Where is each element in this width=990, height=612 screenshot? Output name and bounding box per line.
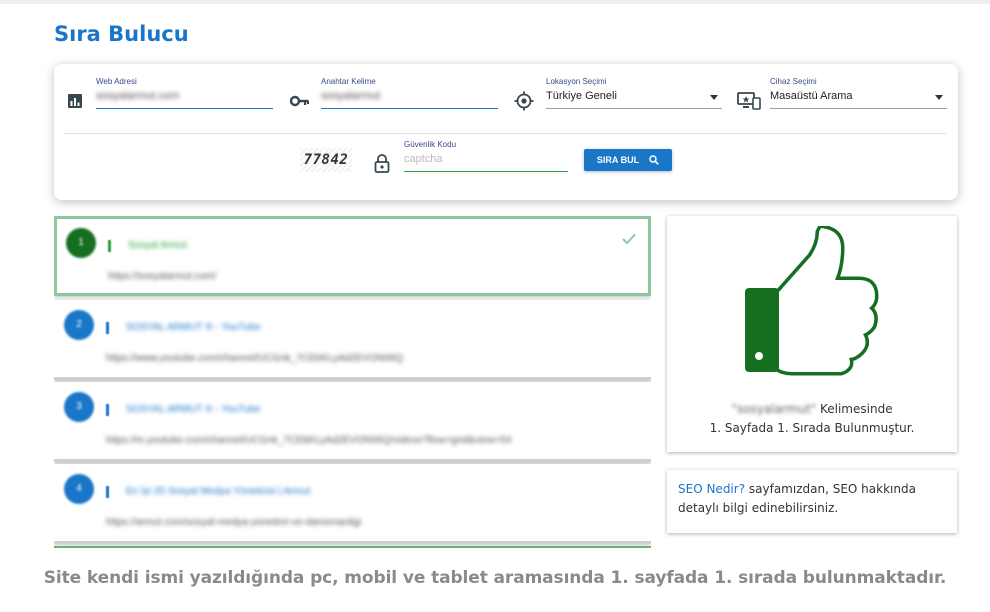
page-title: Sıra Bulucu bbox=[54, 22, 189, 46]
result-title[interactable]: SOSYAL ARMUT ® - YouTube bbox=[126, 404, 261, 415]
search-form: Web Adresi sosyalarmut.com Anahtar Kelim… bbox=[54, 64, 958, 200]
result-title[interactable]: Sosyal Armut bbox=[128, 240, 187, 251]
device-select[interactable]: Cihaz Seçimi Masaüstü Arama bbox=[770, 77, 947, 109]
result-keyword: "sosyalarmut" bbox=[731, 402, 817, 416]
website-field[interactable]: Web Adresi sosyalarmut.com bbox=[96, 77, 273, 109]
lock-icon bbox=[374, 154, 390, 173]
rank-badge: 3 bbox=[64, 392, 94, 422]
result-url[interactable]: https://www.youtube.com/channel/UCGnk_7C… bbox=[106, 353, 403, 364]
keyword-field[interactable]: Anahtar Kelime sosyalarmut bbox=[321, 77, 498, 109]
result-title[interactable]: SOSYAL ARMUT ® - YouTube bbox=[126, 322, 261, 333]
result-url[interactable]: https://m.youtube.com/channel/UCGnk_7CEb… bbox=[106, 435, 511, 446]
image-caption: Site kendi ismi yazıldığında pc, mobil v… bbox=[43, 568, 947, 588]
search-icon bbox=[649, 155, 659, 165]
form-divider bbox=[64, 133, 946, 134]
top-strip bbox=[0, 0, 990, 4]
result-title[interactable]: En İyi 25 Sosyal Medya Yöneticisi | Armu… bbox=[126, 486, 310, 497]
security-code-field[interactable]: Güvenlik Kodu captcha bbox=[404, 140, 568, 172]
keyword-label: Anahtar Kelime bbox=[321, 77, 376, 86]
location-label: Lokasyon Seçimi bbox=[546, 77, 607, 86]
find-rank-label: SIRA BUL bbox=[596, 155, 640, 165]
security-code-label: Güvenlik Kodu bbox=[404, 140, 457, 149]
result-message: "sosyalarmut" Kelimesinde 1. Sayfada 1. … bbox=[709, 402, 915, 435]
rank-badge: 2 bbox=[64, 310, 94, 340]
key-icon bbox=[290, 95, 309, 107]
crosshair-icon bbox=[514, 91, 534, 111]
chart-icon bbox=[68, 94, 82, 108]
result-item[interactable]: 1 Sosyal Armut https://sosyalarmut.com/ bbox=[54, 216, 651, 296]
check-icon bbox=[622, 233, 636, 245]
chevron-down-icon[interactable] bbox=[710, 95, 718, 100]
chevron-down-icon[interactable] bbox=[935, 95, 943, 100]
result-position-text: 1. Sayfada 1. Sırada Bulunmuştur. bbox=[709, 421, 915, 435]
results-list: 1 Sosyal Armut https://sosyalarmut.com/ … bbox=[54, 216, 651, 548]
find-rank-button[interactable]: SIRA BUL bbox=[584, 149, 672, 171]
rank-badge: 1 bbox=[66, 228, 96, 258]
device-value: Masaüstü Arama bbox=[770, 90, 853, 102]
website-label: Web Adresi bbox=[96, 77, 137, 86]
captcha-image: 77842 bbox=[300, 148, 352, 172]
location-select[interactable]: Lokasyon Seçimi Türkiye Geneli bbox=[546, 77, 722, 109]
thumbs-up-icon bbox=[745, 226, 879, 376]
seo-info-card: SEO Nedir? sayfamızdan, SEO hakkında det… bbox=[667, 470, 957, 533]
result-item[interactable]: 4 En İyi 25 Sosyal Medya Yöneticisi | Ar… bbox=[54, 464, 651, 544]
results-bottom-border bbox=[54, 546, 651, 548]
result-url[interactable]: https://armut.com/sosyal-medya-yonetimi-… bbox=[106, 517, 361, 528]
location-value: Türkiye Geneli bbox=[546, 90, 617, 102]
captcha-input[interactable]: captcha bbox=[404, 153, 443, 165]
website-input[interactable]: sosyalarmut.com bbox=[96, 90, 179, 102]
result-item[interactable]: 2 SOSYAL ARMUT ® - YouTube https://www.y… bbox=[54, 300, 651, 380]
device-label: Cihaz Seçimi bbox=[770, 77, 817, 86]
rank-badge: 4 bbox=[64, 474, 94, 504]
seo-nedir-link[interactable]: SEO Nedir? bbox=[678, 482, 745, 496]
result-summary-card: "sosyalarmut" Kelimesinde 1. Sayfada 1. … bbox=[667, 216, 957, 452]
keyword-input[interactable]: sosyalarmut bbox=[321, 90, 380, 102]
result-item[interactable]: 3 SOSYAL ARMUT ® - YouTube https://m.you… bbox=[54, 382, 651, 462]
devices-icon bbox=[737, 92, 761, 110]
result-url[interactable]: https://sosyalarmut.com/ bbox=[108, 271, 216, 282]
